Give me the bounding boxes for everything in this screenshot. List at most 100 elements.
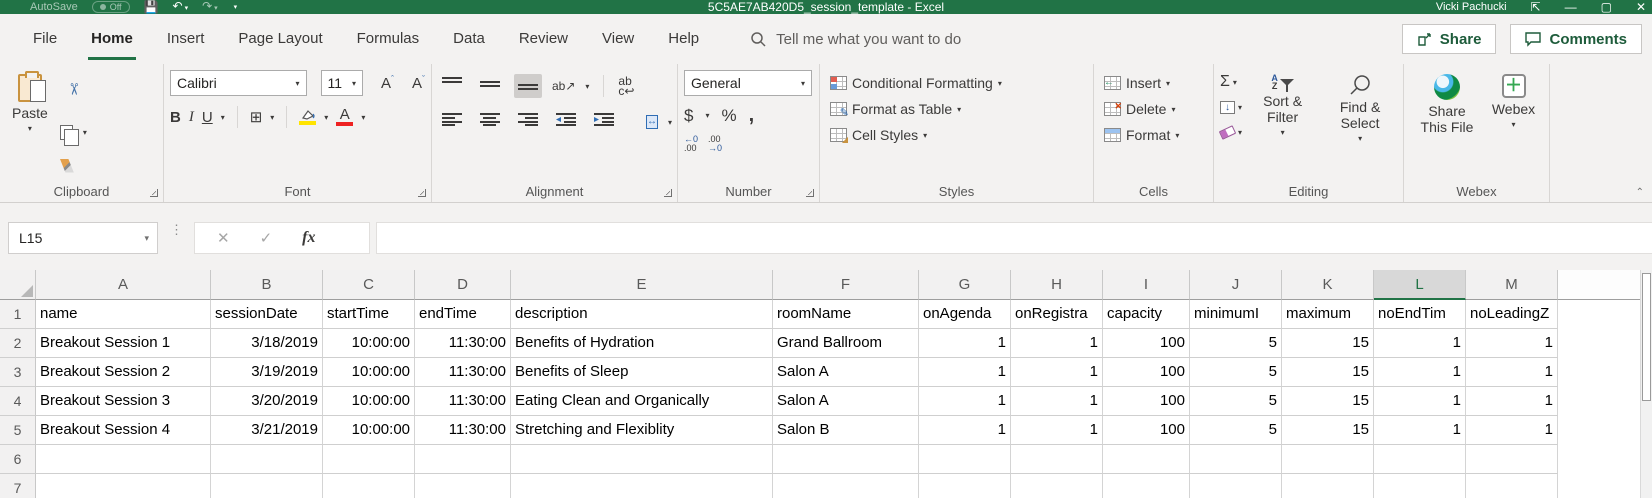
cell-D2[interactable]: 11:30:00 bbox=[415, 329, 511, 358]
cell-G4[interactable]: 1 bbox=[919, 387, 1011, 416]
cell-F3[interactable]: Salon A bbox=[773, 358, 919, 387]
clipboard-dialog-launcher-icon[interactable] bbox=[150, 189, 158, 197]
align-bottom-button[interactable] bbox=[514, 74, 542, 98]
ribbon-display-options-icon[interactable]: ⇱ bbox=[1531, 0, 1541, 14]
row-header-1[interactable]: 1 bbox=[0, 300, 36, 329]
cell-F4[interactable]: Salon A bbox=[773, 387, 919, 416]
column-header-C[interactable]: C bbox=[323, 270, 415, 300]
cell-E2[interactable]: Benefits of Hydration bbox=[511, 329, 773, 358]
row-header-6[interactable]: 6 bbox=[0, 445, 36, 474]
cell-J5[interactable]: 5 bbox=[1190, 416, 1282, 445]
column-header-H[interactable]: H bbox=[1011, 270, 1103, 300]
cell-A2[interactable]: Breakout Session 1 bbox=[36, 329, 211, 358]
align-middle-button[interactable] bbox=[476, 74, 504, 98]
cell-A4[interactable]: Breakout Session 3 bbox=[36, 387, 211, 416]
font-dialog-launcher-icon[interactable] bbox=[418, 189, 426, 197]
row-header-7[interactable]: 7 bbox=[0, 474, 36, 498]
column-header-G[interactable]: G bbox=[919, 270, 1011, 300]
find-select-button[interactable]: Find & Select ▾ bbox=[1323, 70, 1397, 182]
align-left-button[interactable] bbox=[438, 110, 466, 134]
cell-C1[interactable]: startTime bbox=[323, 300, 415, 329]
cell-K3[interactable]: 15 bbox=[1282, 358, 1374, 387]
cell-H2[interactable]: 1 bbox=[1011, 329, 1103, 358]
cell-M3[interactable]: 1 bbox=[1466, 358, 1558, 387]
font-size-combo[interactable]: 11 ▾ bbox=[320, 70, 363, 96]
vertical-scrollbar[interactable] bbox=[1640, 270, 1652, 498]
cell-F7[interactable] bbox=[773, 474, 919, 498]
cell-E4[interactable]: Eating Clean and Organically bbox=[511, 387, 773, 416]
webex-button[interactable]: ＋ Webex ▾ bbox=[1484, 70, 1543, 182]
cell-K1[interactable]: maximum bbox=[1282, 300, 1374, 329]
cell-L3[interactable]: 1 bbox=[1374, 358, 1466, 387]
cell-C3[interactable]: 10:00:00 bbox=[323, 358, 415, 387]
cell-M4[interactable]: 1 bbox=[1466, 387, 1558, 416]
format-painter-icon[interactable] bbox=[59, 158, 74, 173]
cell-G7[interactable] bbox=[919, 474, 1011, 498]
cell-A5[interactable]: Breakout Session 4 bbox=[36, 416, 211, 445]
cell-K7[interactable] bbox=[1282, 474, 1374, 498]
comma-style-button[interactable]: , bbox=[749, 104, 755, 127]
cell-L5[interactable]: 1 bbox=[1374, 416, 1466, 445]
alignment-dialog-launcher-icon[interactable] bbox=[664, 189, 672, 197]
cell-B4[interactable]: 3/20/2019 bbox=[211, 387, 323, 416]
row-header-5[interactable]: 5 bbox=[0, 416, 36, 445]
currency-button[interactable]: $ bbox=[684, 106, 693, 126]
vertical-scrollbar-thumb[interactable] bbox=[1642, 273, 1651, 401]
column-header-L[interactable]: L bbox=[1374, 270, 1466, 300]
cell-M1[interactable]: noLeadingZ bbox=[1466, 300, 1558, 329]
cell-B3[interactable]: 3/19/2019 bbox=[211, 358, 323, 387]
copy-icon[interactable] bbox=[59, 124, 79, 146]
font-color-button[interactable]: A bbox=[336, 107, 354, 126]
increase-decimal-button[interactable]: ←0 .00 bbox=[684, 135, 698, 153]
cell-A7[interactable] bbox=[36, 474, 211, 498]
tab-home[interactable]: Home bbox=[74, 14, 150, 64]
cell-I4[interactable]: 100 bbox=[1103, 387, 1190, 416]
formula-input[interactable] bbox=[376, 222, 1652, 254]
cell-G2[interactable]: 1 bbox=[919, 329, 1011, 358]
align-right-button[interactable] bbox=[514, 110, 542, 134]
insert-function-icon[interactable]: fx bbox=[302, 229, 315, 247]
select-all-corner[interactable] bbox=[0, 270, 36, 300]
cell-F5[interactable]: Salon B bbox=[773, 416, 919, 445]
tab-insert[interactable]: Insert bbox=[150, 14, 222, 64]
user-name[interactable]: Vicki Pachucki bbox=[1436, 1, 1507, 13]
cell-I1[interactable]: capacity bbox=[1103, 300, 1190, 329]
increase-font-size-button[interactable]: Aˆ bbox=[381, 74, 394, 92]
cell-D6[interactable] bbox=[415, 445, 511, 474]
cell-B6[interactable] bbox=[211, 445, 323, 474]
align-center-button[interactable] bbox=[476, 110, 504, 134]
column-header-A[interactable]: A bbox=[36, 270, 211, 300]
conditional-formatting-button[interactable]: Conditional Formatting ▾ bbox=[826, 70, 1087, 96]
cell-K6[interactable] bbox=[1282, 445, 1374, 474]
close-icon[interactable]: ✕ bbox=[1636, 0, 1646, 14]
cell-J4[interactable]: 5 bbox=[1190, 387, 1282, 416]
cell-C5[interactable]: 10:00:00 bbox=[323, 416, 415, 445]
cell-C2[interactable]: 10:00:00 bbox=[323, 329, 415, 358]
column-header-I[interactable]: I bbox=[1103, 270, 1190, 300]
tab-file[interactable]: File bbox=[16, 14, 74, 64]
format-as-table-button[interactable]: Format as Table ▾ bbox=[826, 96, 1087, 122]
cell-C4[interactable]: 10:00:00 bbox=[323, 387, 415, 416]
cell-H5[interactable]: 1 bbox=[1011, 416, 1103, 445]
cell-A1[interactable]: name bbox=[36, 300, 211, 329]
cell-A6[interactable] bbox=[36, 445, 211, 474]
cell-G1[interactable]: onAgenda bbox=[919, 300, 1011, 329]
cell-L4[interactable]: 1 bbox=[1374, 387, 1466, 416]
increase-indent-button[interactable] bbox=[590, 110, 618, 134]
cell-D3[interactable]: 11:30:00 bbox=[415, 358, 511, 387]
cell-L2[interactable]: 1 bbox=[1374, 329, 1466, 358]
merge-center-dropdown-icon[interactable]: ▾ bbox=[668, 118, 672, 127]
cell-I5[interactable]: 100 bbox=[1103, 416, 1190, 445]
cell-B7[interactable] bbox=[211, 474, 323, 498]
collapse-ribbon-icon[interactable]: ⌃ bbox=[1636, 187, 1644, 198]
cell-C6[interactable] bbox=[323, 445, 415, 474]
insert-cells-button[interactable]: Insert ▾ bbox=[1100, 70, 1207, 96]
cell-M7[interactable] bbox=[1466, 474, 1558, 498]
cell-styles-button[interactable]: Cell Styles ▾ bbox=[826, 122, 1087, 148]
enter-icon[interactable]: ✓ bbox=[260, 229, 273, 247]
row-header-2[interactable]: 2 bbox=[0, 329, 36, 358]
cell-K2[interactable]: 15 bbox=[1282, 329, 1374, 358]
wrap-text-icon[interactable]: ab c↩ bbox=[618, 75, 634, 97]
orientation-icon[interactable]: ab↗ bbox=[552, 80, 575, 92]
underline-button[interactable]: U bbox=[202, 109, 213, 126]
